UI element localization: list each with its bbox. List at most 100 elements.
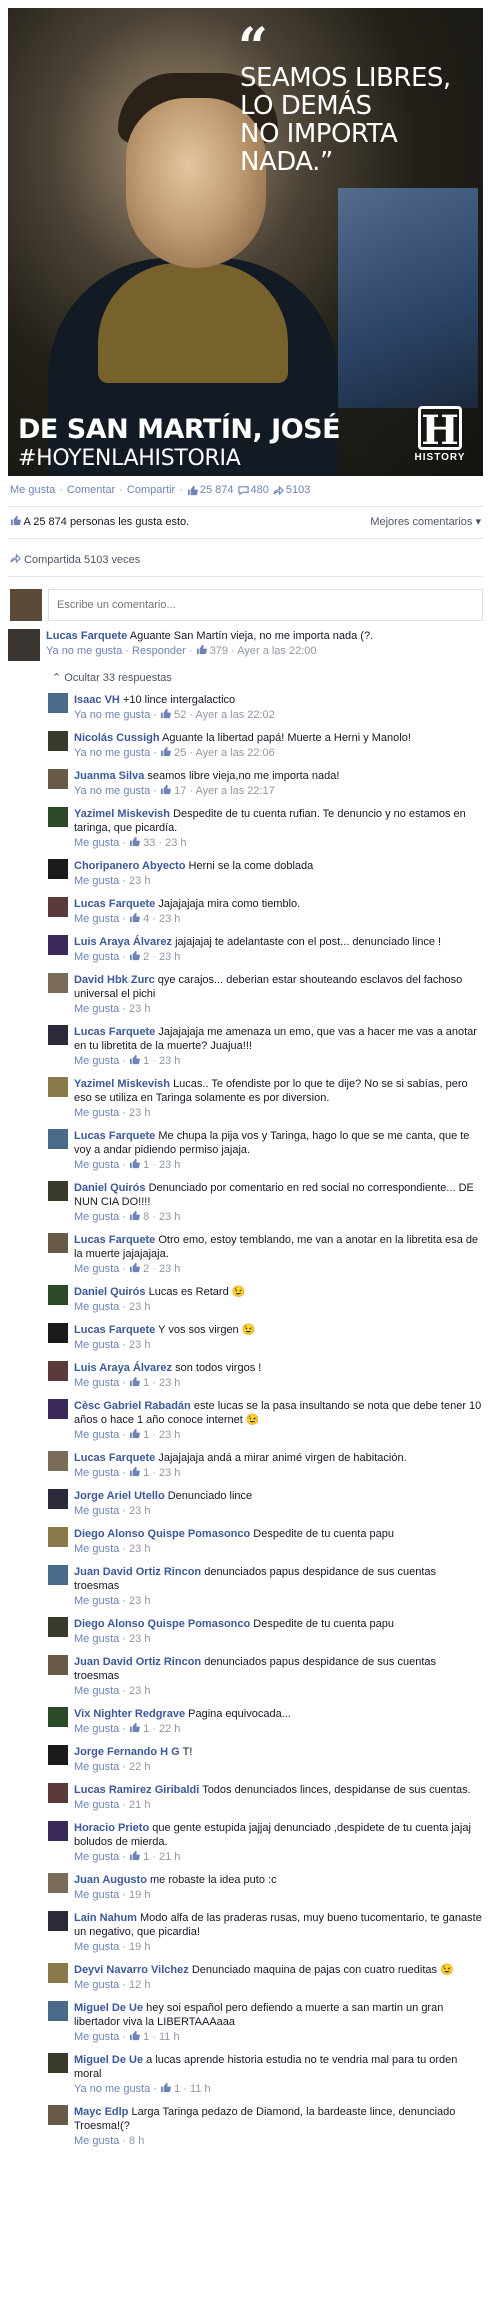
reply-likes[interactable]: 1	[143, 1377, 149, 1389]
reply-author[interactable]: Miguel De Ue	[74, 2054, 143, 2066]
avatar[interactable]	[48, 1129, 68, 1149]
reply-author[interactable]: Vix Nighter Redgrave	[74, 1708, 185, 1720]
avatar[interactable]	[48, 1655, 68, 1675]
avatar[interactable]	[48, 1821, 68, 1841]
reply-author[interactable]: Juanma Silva	[74, 770, 144, 782]
like-link[interactable]: Me gusta ·	[74, 837, 129, 849]
reply-time[interactable]: 21 h	[129, 1799, 150, 1811]
like-link[interactable]: Me gusta ·	[74, 951, 129, 963]
like-link[interactable]: Me gusta ·	[74, 1467, 129, 1479]
reply-time[interactable]: 23 h	[129, 1685, 150, 1697]
reply-author[interactable]: Diego Alonso Quispe Pomasonco	[74, 1528, 250, 1540]
comment-link[interactable]: Comentar	[67, 484, 115, 496]
avatar[interactable]	[48, 1451, 68, 1471]
like-link[interactable]: Me gusta ·	[74, 1159, 129, 1171]
reply-time[interactable]: 23 h	[159, 1429, 180, 1441]
reply-author[interactable]: Lucas Farquete	[74, 1452, 155, 1464]
share-link[interactable]: Compartir	[127, 484, 175, 496]
reply-time[interactable]: 23 h	[129, 1505, 150, 1517]
like-link[interactable]: Me gusta ·	[74, 875, 129, 887]
avatar[interactable]	[48, 1565, 68, 1585]
reply-time[interactable]: 21 h	[159, 1851, 180, 1863]
like-link[interactable]: Me gusta ·	[74, 1339, 129, 1351]
reply-likes[interactable]: 25	[174, 747, 186, 759]
like-link[interactable]: Ya no me gusta	[46, 645, 122, 657]
like-link[interactable]: Me gusta ·	[74, 1851, 129, 1863]
avatar[interactable]	[48, 1285, 68, 1305]
reply-author[interactable]: Juan David Ortiz Rincon	[74, 1566, 201, 1578]
reply-time[interactable]: 23 h	[129, 1633, 150, 1645]
avatar[interactable]	[48, 2105, 68, 2125]
reply-author[interactable]: Isaac VH	[74, 694, 120, 706]
reply-time[interactable]: 23 h	[159, 1211, 180, 1223]
reply-author[interactable]: Miguel De Ue	[74, 2002, 143, 2014]
reply-time[interactable]: 23 h	[159, 951, 180, 963]
avatar[interactable]	[48, 693, 68, 713]
like-link[interactable]: Me gusta ·	[74, 1595, 129, 1607]
avatar[interactable]	[48, 1181, 68, 1201]
reply-time[interactable]: 12 h	[129, 1979, 150, 1991]
like-link[interactable]: Me gusta ·	[74, 1505, 129, 1517]
reply-time[interactable]: Ayer a las 22:17	[196, 785, 275, 797]
avatar[interactable]	[48, 1745, 68, 1765]
reply-author[interactable]: Yazimel Miskevish	[74, 808, 170, 820]
avatar[interactable]	[48, 1361, 68, 1381]
reply-author[interactable]: Lucas Farquete	[74, 898, 155, 910]
reply-author[interactable]: Jorge Fernando H G	[74, 1746, 180, 1758]
reply-time[interactable]: 19 h	[129, 1941, 150, 1953]
reply-author[interactable]: Nicolás Cussigh	[74, 732, 160, 744]
reply-likes[interactable]: 1	[174, 2083, 180, 2095]
reply-time[interactable]: 19 h	[129, 1889, 150, 1901]
reply-time[interactable]: 11 h	[159, 2031, 180, 2043]
avatar[interactable]	[48, 1707, 68, 1727]
avatar[interactable]	[48, 1323, 68, 1343]
reply-author[interactable]: Lucas Ramirez Giribaldi	[74, 1784, 199, 1796]
like-link[interactable]: Ya no me gusta ·	[74, 2083, 160, 2095]
comment-likes[interactable]: 379	[210, 645, 228, 657]
reply-time[interactable]: 23 h	[159, 1377, 180, 1389]
avatar[interactable]	[8, 629, 40, 661]
reply-author[interactable]: Luis Araya Álvarez	[74, 936, 172, 948]
reply-likes[interactable]: 1	[143, 1723, 149, 1735]
reply-likes[interactable]: 2	[143, 1263, 149, 1275]
reply-time[interactable]: 23 h	[129, 875, 150, 887]
reply-time[interactable]: 23 h	[165, 837, 186, 849]
reply-author[interactable]: Daniel Quirós	[74, 1182, 146, 1194]
comment-time[interactable]: Ayer a las 22:00	[237, 645, 316, 657]
reply-author[interactable]: Juan Augusto	[74, 1874, 147, 1886]
reply-author[interactable]: Lucas Farquete	[74, 1234, 155, 1246]
like-link[interactable]: Ya no me gusta ·	[74, 709, 160, 721]
like-link[interactable]: Me gusta ·	[74, 1799, 129, 1811]
reply-likes[interactable]: 33	[143, 837, 155, 849]
like-link[interactable]: Me gusta ·	[74, 1263, 129, 1275]
reply-likes[interactable]: 8	[143, 1211, 149, 1223]
reply-author[interactable]: Deyvi Navarro Vilchez	[74, 1964, 189, 1976]
avatar[interactable]	[48, 1783, 68, 1803]
like-link[interactable]: Me gusta ·	[74, 1301, 129, 1313]
avatar[interactable]	[48, 1233, 68, 1253]
avatar[interactable]	[48, 973, 68, 993]
like-link[interactable]: Me gusta ·	[74, 2135, 129, 2147]
avatar[interactable]	[48, 1077, 68, 1097]
reply-author[interactable]: Horacio Prieto	[74, 1822, 149, 1834]
like-link[interactable]: Me gusta ·	[74, 1211, 129, 1223]
reply-author[interactable]: Cèsc Gabriel Rabadán	[74, 1400, 191, 1412]
reply-author[interactable]: Diego Alonso Quispe Pomasonco	[74, 1618, 250, 1630]
reply-author[interactable]: Jorge Ariel Utello	[74, 1490, 165, 1502]
reply-likes[interactable]: 1	[143, 1055, 149, 1067]
avatar[interactable]	[48, 2001, 68, 2021]
like-link[interactable]: Me gusta ·	[74, 1633, 129, 1645]
reply-author[interactable]: Lucas Farquete	[74, 1130, 155, 1142]
avatar[interactable]	[48, 897, 68, 917]
reply-likes[interactable]: 1	[143, 2031, 149, 2043]
reply-time[interactable]: 23 h	[129, 1301, 150, 1313]
shares-stat[interactable]: 5103	[273, 484, 310, 496]
reply-author[interactable]: Lucas Farquete	[74, 1324, 155, 1336]
like-link[interactable]: Me gusta ·	[74, 1941, 129, 1953]
reply-author[interactable]: David Hbk Zurc	[74, 974, 155, 986]
reply-author[interactable]: Yazimel Miskevish	[74, 1078, 170, 1090]
like-link[interactable]: Me gusta ·	[74, 1429, 129, 1441]
like-link[interactable]: Ya no me gusta ·	[74, 785, 160, 797]
reply-time[interactable]: 23 h	[129, 1595, 150, 1607]
reply-author[interactable]: Lucas Farquete	[74, 1026, 155, 1038]
